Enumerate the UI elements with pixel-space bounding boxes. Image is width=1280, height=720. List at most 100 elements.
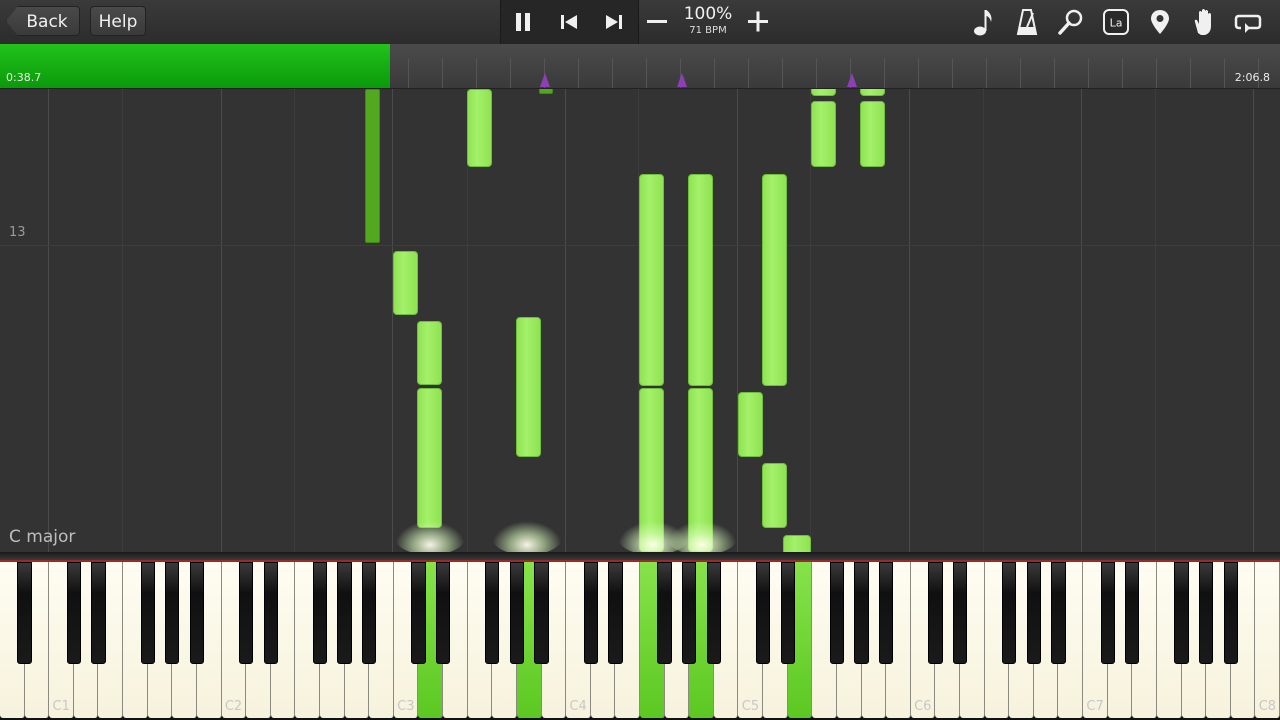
- bookmark-marker[interactable]: [539, 73, 551, 89]
- timeline-tick: [748, 58, 749, 88]
- falling-note: [860, 89, 885, 96]
- total-time: 2:06.8: [1234, 71, 1270, 84]
- timeline-tick: [612, 58, 613, 88]
- note-names-icon[interactable]: La: [1096, 0, 1136, 44]
- help-button[interactable]: Help: [90, 6, 146, 36]
- back-button[interactable]: Back: [6, 6, 80, 36]
- keyboard-rail: [0, 552, 1280, 562]
- speed-percent: 100%: [683, 4, 733, 24]
- black-key[interactable]: [312, 562, 328, 664]
- black-key[interactable]: [879, 562, 894, 664]
- timeline-tick: [1156, 58, 1157, 88]
- black-key[interactable]: [928, 562, 943, 664]
- magnifier-icon[interactable]: [1051, 0, 1091, 44]
- black-key[interactable]: [509, 562, 525, 664]
- black-key[interactable]: [682, 562, 697, 664]
- timeline-tick: [816, 58, 817, 88]
- black-key[interactable]: [91, 562, 106, 664]
- timeline-tick: [1224, 58, 1225, 88]
- black-key[interactable]: [362, 562, 377, 664]
- location-pin-icon[interactable]: [1140, 0, 1180, 44]
- black-key[interactable]: [780, 562, 795, 664]
- black-key[interactable]: [165, 562, 180, 664]
- black-key[interactable]: [1051, 562, 1066, 664]
- octave-label: C6: [914, 699, 932, 714]
- black-key[interactable]: [1026, 562, 1041, 664]
- octave-label: C7: [1086, 699, 1104, 714]
- black-key[interactable]: [952, 562, 968, 664]
- timeline-tick: [952, 58, 953, 88]
- skip-back-icon[interactable]: [547, 0, 591, 44]
- timeline-tick: [1190, 58, 1191, 88]
- falling-note: [639, 174, 664, 386]
- black-key[interactable]: [66, 562, 81, 664]
- octave-line: [1253, 89, 1254, 552]
- progress-fill: [0, 44, 391, 88]
- metronome-icon[interactable]: [1007, 0, 1047, 44]
- tempo-bpm: 71 BPM: [689, 25, 727, 36]
- black-key[interactable]: [485, 562, 500, 664]
- black-key[interactable]: [755, 562, 771, 664]
- black-key[interactable]: [854, 562, 869, 664]
- black-key[interactable]: [1125, 562, 1140, 664]
- bookmark-marker[interactable]: [846, 73, 858, 89]
- note-hit-glow: [492, 521, 562, 552]
- speed-increase-button[interactable]: [738, 0, 778, 44]
- black-key[interactable]: [534, 562, 549, 664]
- timeline-tick: [510, 58, 511, 88]
- falling-note: [762, 463, 787, 528]
- black-key[interactable]: [239, 562, 254, 664]
- bookmark-marker[interactable]: [676, 73, 688, 89]
- black-key[interactable]: [337, 562, 352, 664]
- falling-note: [738, 392, 763, 457]
- timeline-tick: [578, 58, 579, 88]
- black-key[interactable]: [706, 562, 721, 664]
- black-key[interactable]: [1100, 562, 1115, 664]
- octave-label: C8: [1258, 699, 1277, 714]
- hand-icon[interactable]: [1184, 0, 1224, 44]
- key-signature: C major: [9, 527, 76, 547]
- black-key[interactable]: [1174, 562, 1189, 664]
- timeline-tick: [408, 58, 409, 88]
- skip-forward-icon[interactable]: [592, 0, 636, 44]
- falling-note: [860, 101, 885, 167]
- note-hit-glow: [395, 521, 465, 552]
- black-key[interactable]: [17, 562, 32, 664]
- timeline-tick: [1054, 58, 1055, 88]
- octave-line: [392, 89, 393, 552]
- falling-note: [783, 535, 811, 552]
- black-key[interactable]: [657, 562, 672, 664]
- falling-note: [688, 174, 713, 386]
- timeline-tick: [442, 58, 443, 88]
- octave-line: [1081, 89, 1082, 552]
- falling-note: [762, 174, 787, 386]
- timeline-tick: [782, 58, 783, 88]
- black-key[interactable]: [435, 562, 451, 664]
- pause-icon[interactable]: [501, 0, 545, 44]
- black-key[interactable]: [140, 562, 155, 664]
- speed-decrease-button[interactable]: [637, 0, 677, 44]
- key-line: [294, 89, 295, 552]
- octave-label: C3: [397, 699, 415, 714]
- key-line: [1155, 89, 1156, 552]
- timeline-tick: [884, 58, 885, 88]
- key-line: [122, 89, 123, 552]
- loop-icon[interactable]: [1228, 0, 1268, 44]
- black-key[interactable]: [411, 562, 426, 664]
- falling-note: [417, 321, 442, 385]
- octave-label: C4: [569, 699, 587, 714]
- timeline-scrubber[interactable]: 0:38.7 2:06.8: [0, 44, 1280, 89]
- black-key[interactable]: [1002, 562, 1017, 664]
- black-key[interactable]: [263, 562, 278, 664]
- black-key[interactable]: [608, 562, 623, 664]
- octave-line: [221, 89, 222, 552]
- black-key[interactable]: [583, 562, 598, 664]
- black-key[interactable]: [829, 562, 845, 664]
- black-key[interactable]: [1199, 562, 1214, 664]
- note-icon[interactable]: [963, 0, 1003, 44]
- current-time: 0:38.7: [6, 71, 42, 84]
- white-key[interactable]: [1255, 562, 1280, 718]
- black-key[interactable]: [1223, 562, 1238, 664]
- black-key[interactable]: [189, 562, 205, 664]
- falling-note: [516, 317, 541, 457]
